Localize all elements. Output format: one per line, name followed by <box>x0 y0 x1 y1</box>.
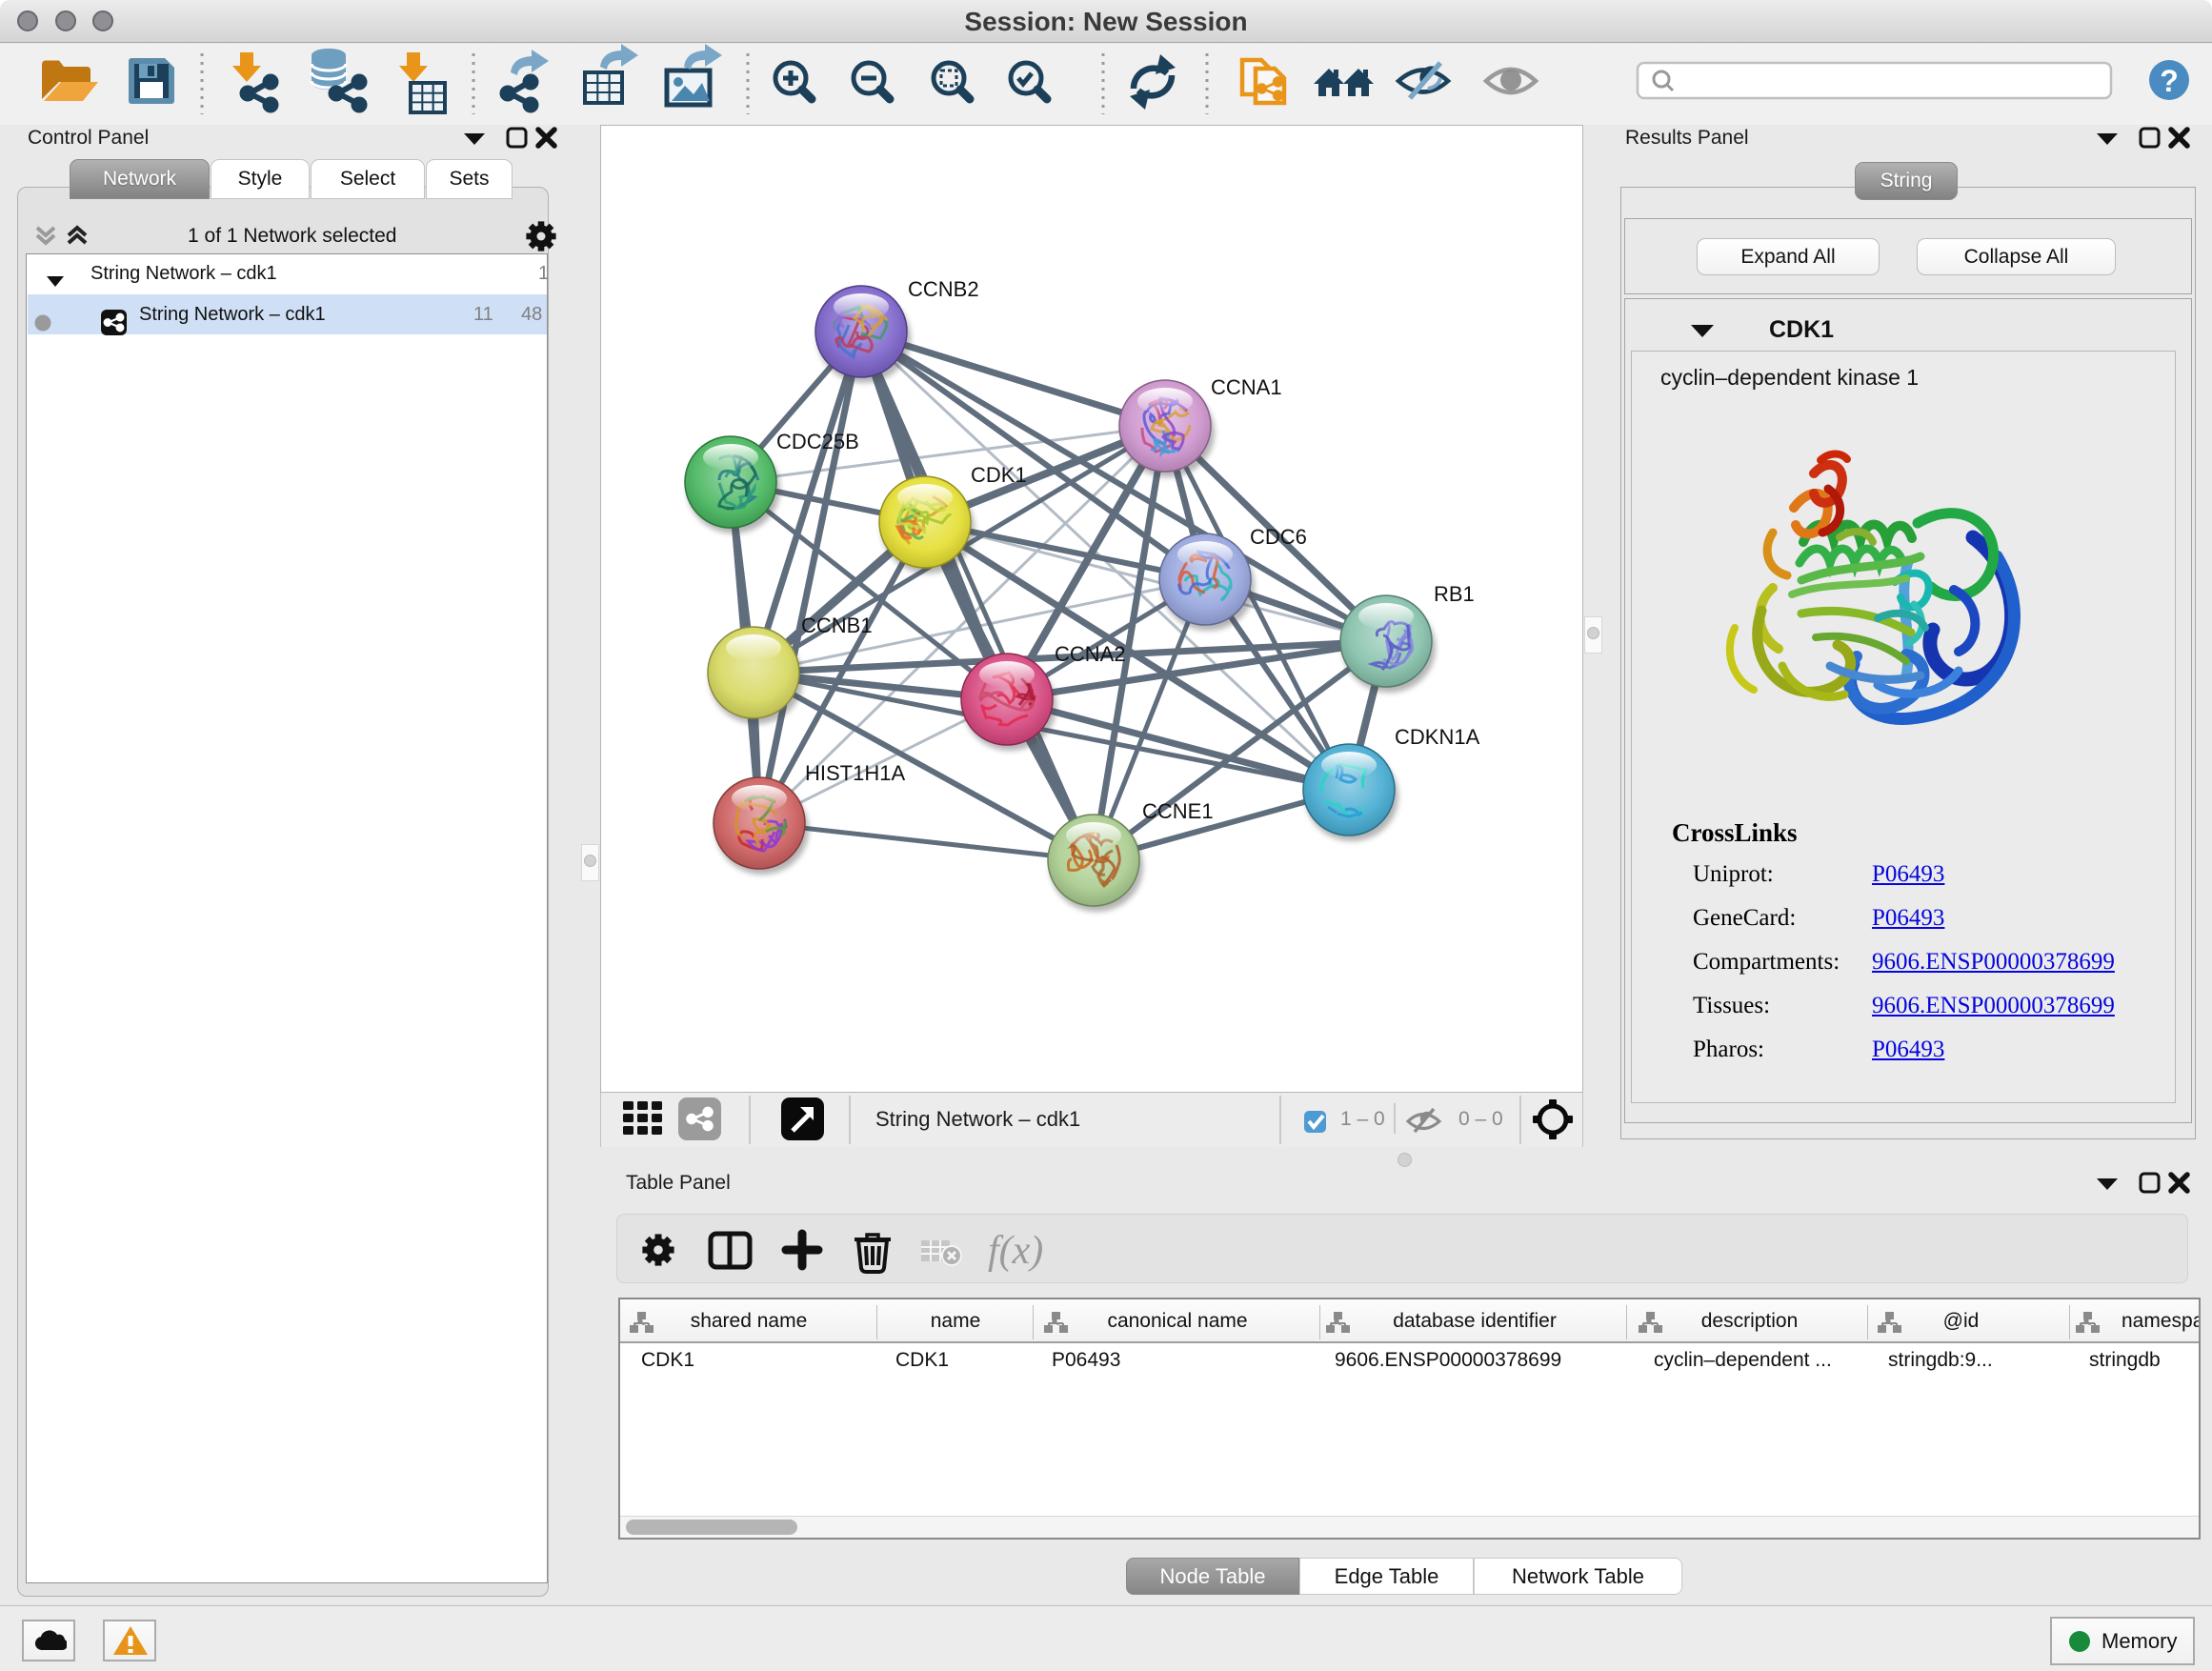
svg-text:CCNA1: CCNA1 <box>1211 375 1282 399</box>
svg-text:CCNB1: CCNB1 <box>801 614 873 637</box>
svg-text:CDC6: CDC6 <box>1250 525 1307 549</box>
svg-text:CCNB2: CCNB2 <box>908 277 979 301</box>
svg-text:CCNA2: CCNA2 <box>1055 642 1126 666</box>
svg-text:CDKN1A: CDKN1A <box>1395 725 1480 749</box>
svg-text:CCNE1: CCNE1 <box>1142 799 1214 823</box>
svg-text:f(x): f(x) <box>988 1229 1043 1273</box>
svg-text:?: ? <box>2160 64 2179 98</box>
svg-text:RB1: RB1 <box>1434 582 1475 606</box>
svg-text:HIST1H1A: HIST1H1A <box>805 761 905 785</box>
svg-text:CDC25B: CDC25B <box>776 430 859 453</box>
svg-text:CDK1: CDK1 <box>971 463 1027 487</box>
